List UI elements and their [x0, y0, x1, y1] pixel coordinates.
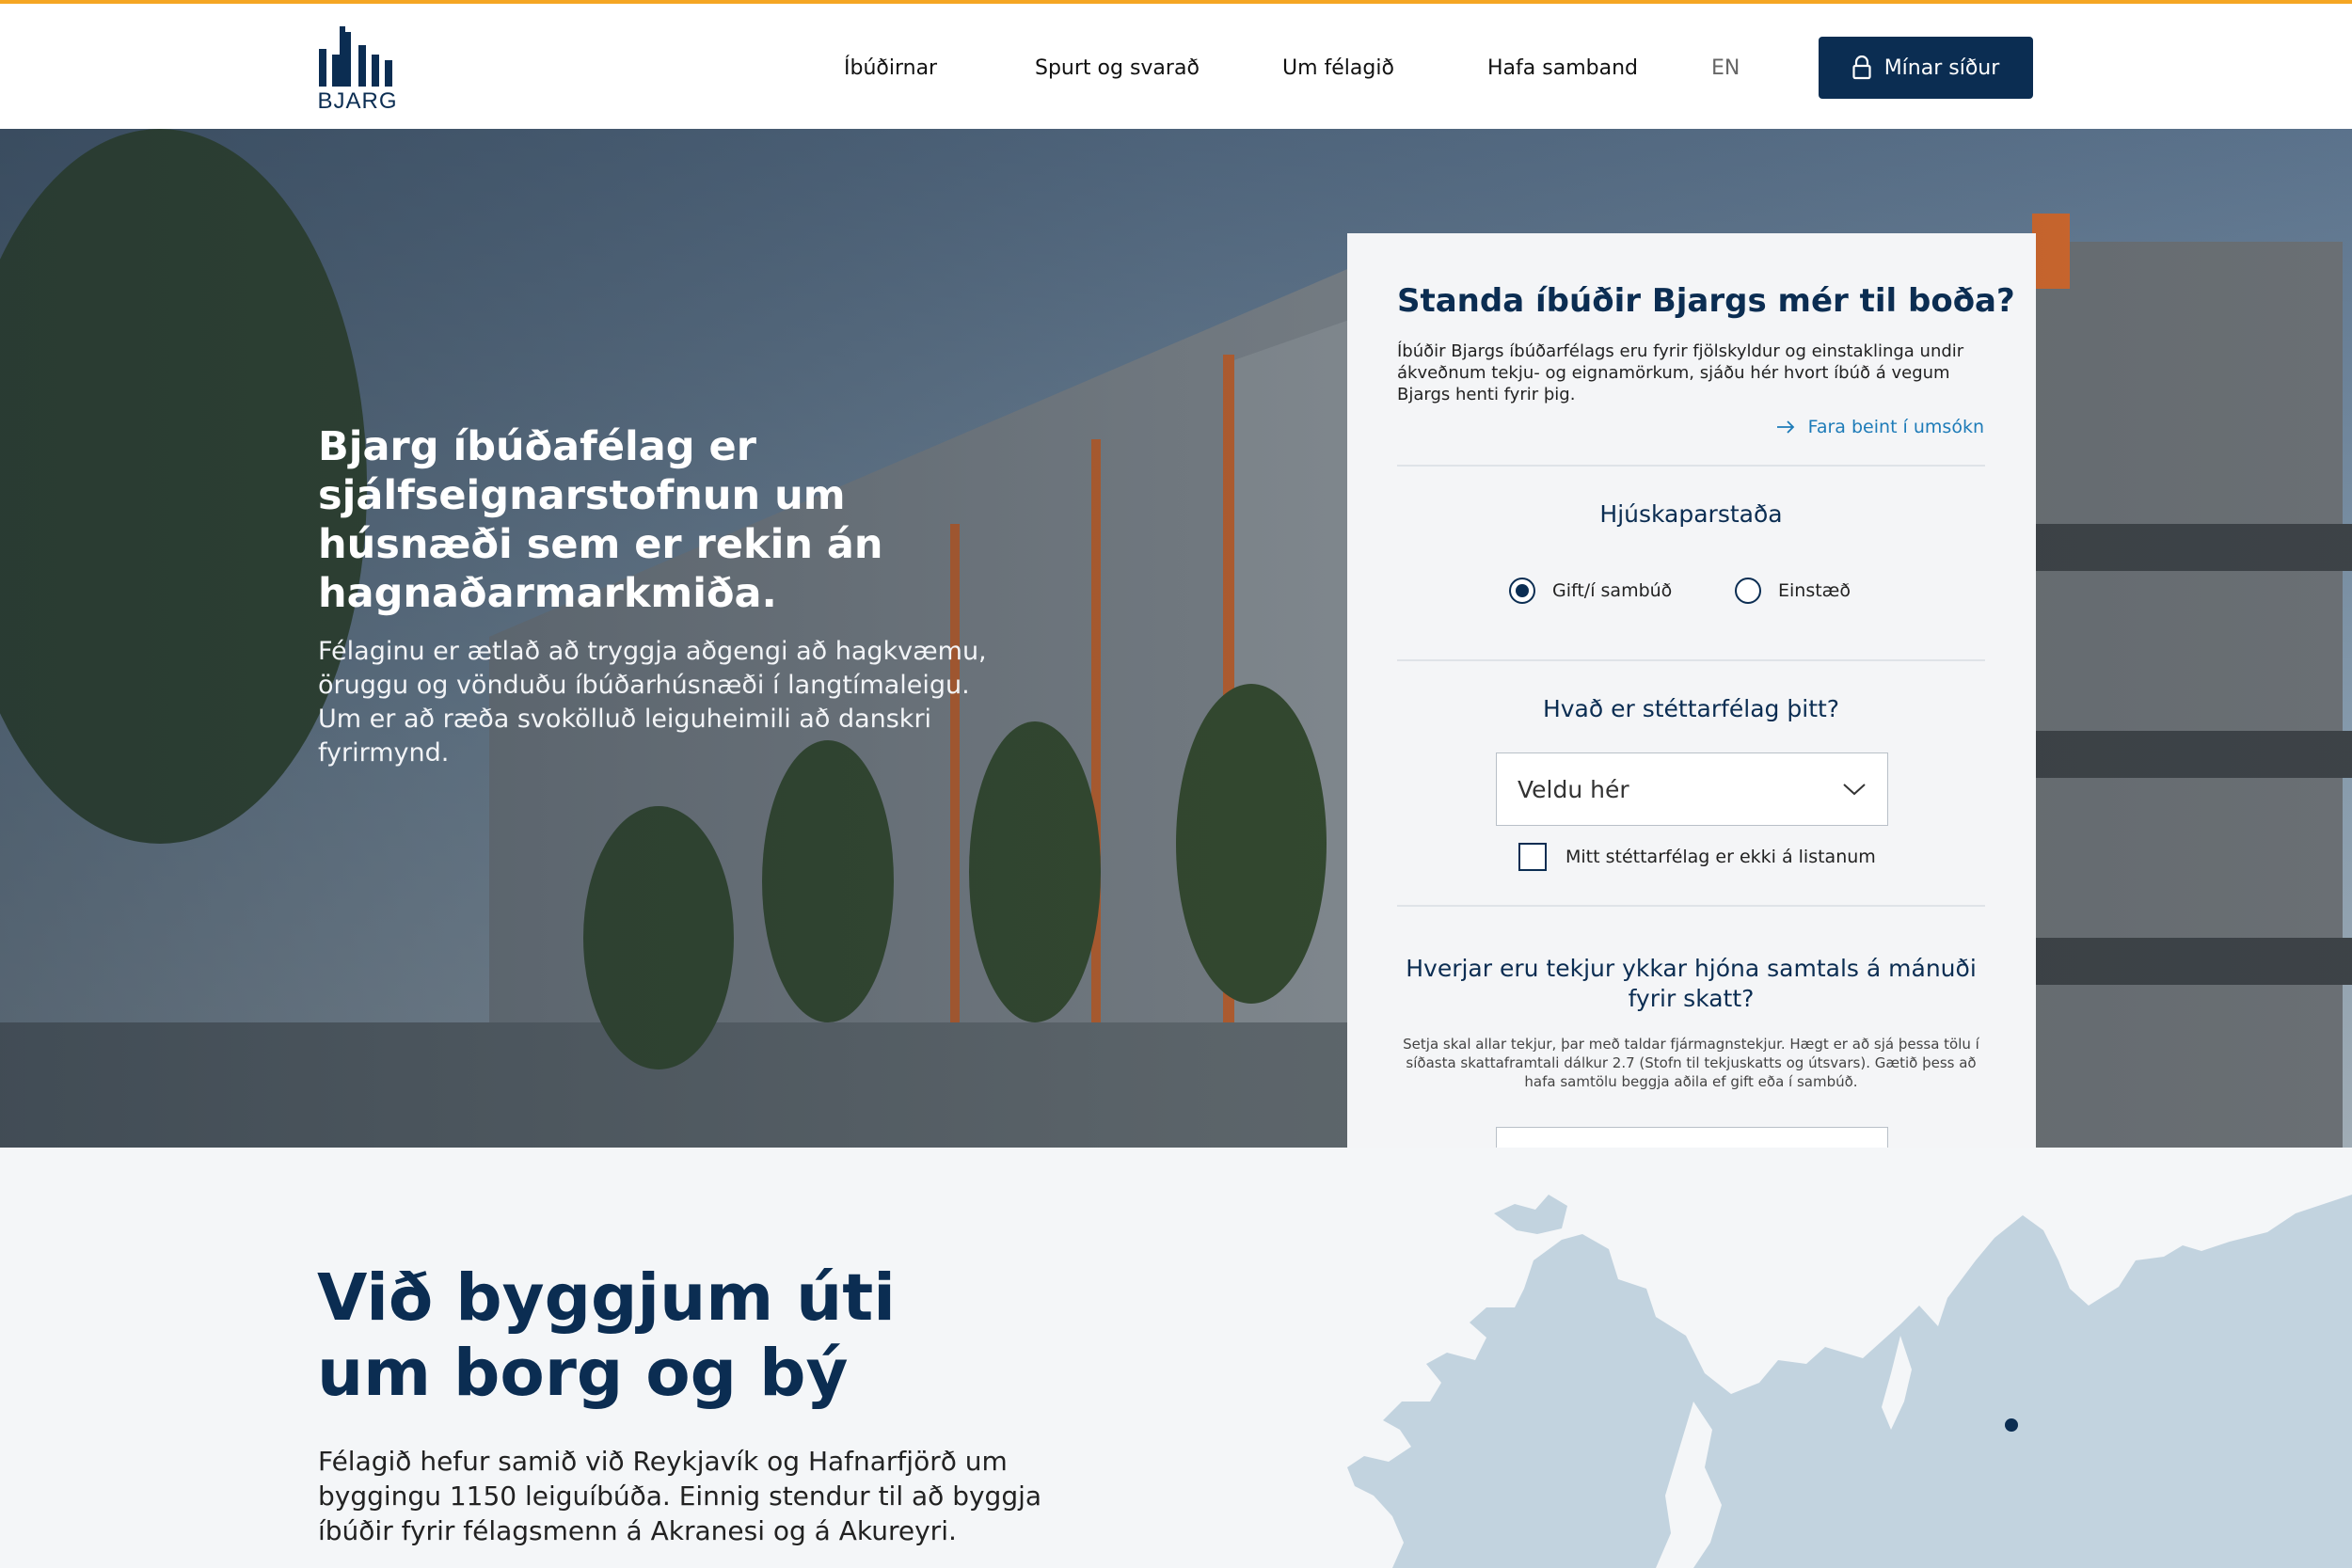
nav-ibudirnar[interactable]: Íbúðirnar [844, 56, 937, 80]
locations-section: Við byggjum úti um borg og bý Félagið he… [0, 1148, 2352, 1568]
union-not-listed-row[interactable]: Mitt stéttarfélag er ekki á listanum [1518, 843, 1876, 871]
map-location-dot-icon[interactable] [2005, 1418, 2018, 1432]
divider [1397, 465, 1985, 467]
union-not-listed-checkbox[interactable] [1518, 843, 1547, 871]
nav-um-felagid[interactable]: Um félagið [1282, 56, 1394, 80]
locations-title-line2: um borg og bý [317, 1336, 849, 1411]
divider [1397, 659, 1985, 661]
nav-hafa-samband[interactable]: Hafa samband [1487, 56, 1638, 80]
radio-married-control[interactable] [1509, 578, 1535, 604]
radio-single[interactable]: Einstæð [1735, 578, 1851, 604]
site-header: BJARG Íbúðirnar Spurt og svarað Um félag… [0, 4, 2352, 129]
bjarg-logo[interactable]: BJARG [317, 23, 398, 117]
divider [1397, 905, 1985, 907]
lock-icon [1852, 55, 1871, 80]
my-pages-button[interactable]: Mínar síður [1819, 37, 2033, 99]
bjarg-logo-icon [319, 26, 392, 87]
union-label: Hvað er stéttarfélag þitt? [1542, 695, 1840, 722]
logo-text: BJARG [317, 88, 398, 114]
marital-status-label: Hjúskaparstaða [1599, 500, 1783, 528]
union-select-value: Veldu hér [1518, 775, 1629, 803]
form-title: Standa íbúðir Bjargs mér til boða? [1397, 282, 2015, 320]
radio-single-control[interactable] [1735, 578, 1761, 604]
hero-description: Félaginu er ætlað að tryggja aðgengi að … [318, 637, 987, 768]
radio-married-label: Gift/í sambúð [1552, 580, 1673, 601]
iceland-map [1347, 1195, 2352, 1568]
eligibility-form-card: Standa íbúðir Bjargs mér til boða? Íbúði… [1347, 233, 2036, 1148]
language-switch[interactable]: EN [1711, 56, 1740, 80]
income-help-text: Setja skal allar tekjur, þar með taldar … [1403, 1036, 1979, 1090]
union-select[interactable]: Veldu hér [1496, 752, 1888, 826]
hero-text: Bjarg íbúðafélag er sjálfseignarstofnun … [318, 422, 995, 770]
apply-directly-link[interactable]: Fara beint í umsókn [1776, 417, 1984, 437]
arrow-right-icon [1776, 420, 1794, 434]
union-not-listed-label: Mitt stéttarfélag er ekki á listanum [1565, 847, 1876, 867]
form-intro: Íbúðir Bjargs íbúðarfélags eru fyrir fjö… [1397, 341, 1964, 404]
chevron-down-icon [1843, 784, 1866, 796]
nav-spurt-og-svarad[interactable]: Spurt og svarað [1035, 56, 1200, 80]
locations-title: Við byggjum úti um borg og bý [317, 1260, 1070, 1411]
my-pages-label: Mínar síður [1883, 55, 2000, 80]
hero-title: Bjarg íbúðafélag er sjálfseignarstofnun … [318, 423, 883, 617]
apply-link-label: Fara beint í umsókn [1807, 417, 1984, 437]
locations-description: Félagið hefur samið við Reykjavík og Haf… [318, 1446, 1042, 1546]
radio-single-label: Einstæð [1778, 580, 1851, 601]
income-label: Hverjar eru tekjur ykkar hjóna samtals á… [1406, 955, 1977, 1012]
locations-title-line1: Við byggjum úti [317, 1260, 896, 1336]
income-input[interactable] [1496, 1127, 1888, 1148]
radio-married[interactable]: Gift/í sambúð [1509, 578, 1672, 604]
